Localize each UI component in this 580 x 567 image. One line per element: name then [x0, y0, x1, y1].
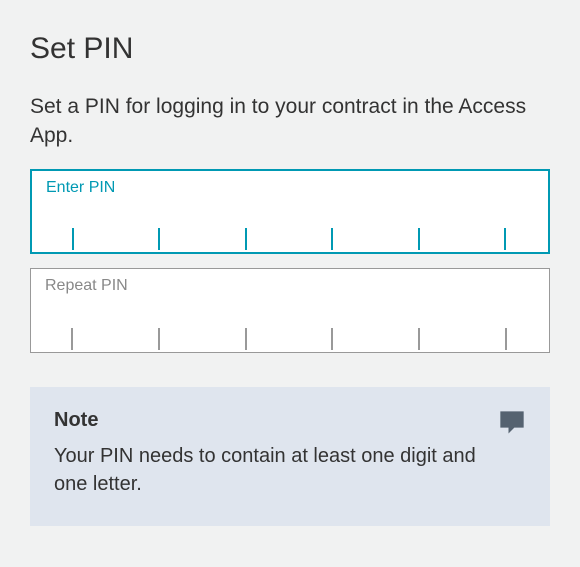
- repeat-pin-field[interactable]: Repeat PIN: [30, 268, 550, 353]
- note-title: Note: [54, 409, 526, 432]
- note-box: Note Your PIN needs to contain at least …: [30, 387, 550, 526]
- pin-ticks: [32, 228, 546, 252]
- comment-icon: [498, 409, 526, 437]
- page-title: Set PIN: [30, 32, 550, 66]
- note-text: Your PIN needs to contain at least one d…: [54, 442, 526, 498]
- pin-ticks: [31, 328, 547, 352]
- enter-pin-label: Enter PIN: [46, 179, 115, 197]
- enter-pin-field[interactable]: Enter PIN: [30, 169, 550, 254]
- repeat-pin-label: Repeat PIN: [45, 277, 128, 295]
- page-description: Set a PIN for logging in to your contrac…: [30, 92, 550, 151]
